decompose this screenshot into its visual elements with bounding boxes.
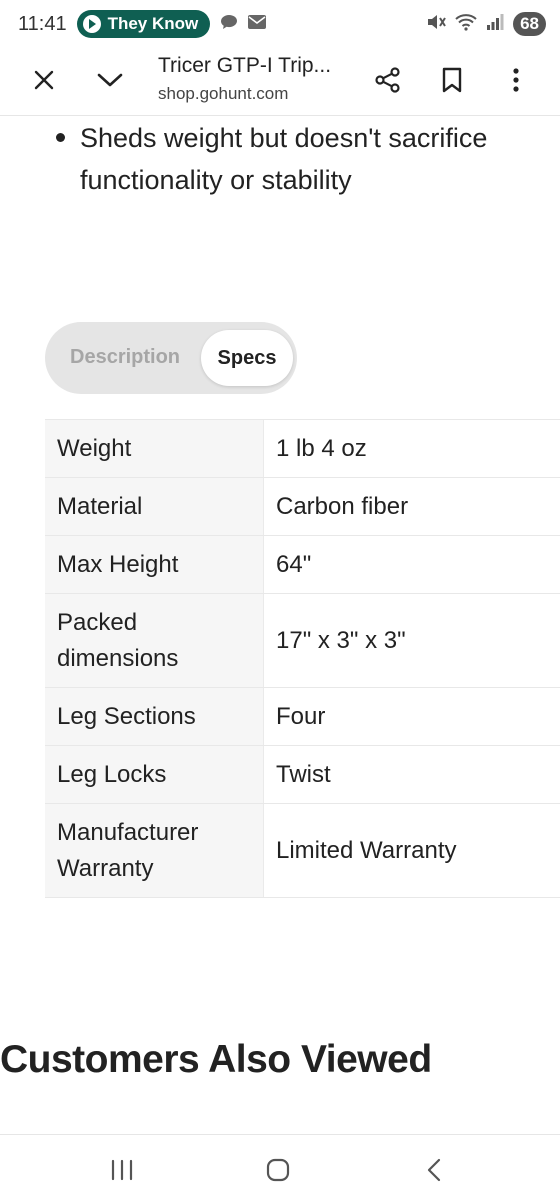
share-icon (374, 66, 402, 94)
more-vert-icon (512, 68, 520, 92)
table-row: Leg Locks Twist (45, 746, 560, 804)
bookmark-button[interactable] (430, 58, 474, 102)
section-title: Customers Also Viewed (0, 1038, 432, 1082)
spec-value: 17" x 3" x 3" (264, 594, 560, 688)
minimize-button[interactable] (88, 58, 132, 102)
product-tabs: Description Specs (45, 322, 297, 394)
more-options-button[interactable] (494, 58, 538, 102)
spec-label: Manufacturer Warranty (45, 804, 264, 898)
spec-label: Weight (45, 420, 264, 478)
spec-value: Twist (264, 746, 560, 804)
mute-icon (426, 13, 446, 35)
home-icon (266, 1158, 290, 1182)
spec-label: Material (45, 478, 264, 536)
bookmark-icon (441, 67, 463, 93)
spec-value: 1 lb 4 oz (264, 420, 560, 478)
spec-value: Carbon fiber (264, 478, 560, 536)
home-button[interactable] (258, 1150, 298, 1190)
recents-icon (110, 1159, 134, 1181)
close-icon (33, 69, 55, 91)
recents-button[interactable] (102, 1150, 142, 1190)
table-row: Packed dimensions 17" x 3" x 3" (45, 594, 560, 688)
spec-label: Packed dimensions (45, 594, 264, 688)
chat-icon (220, 14, 238, 35)
battery-indicator: 68 (513, 12, 546, 36)
play-icon (83, 15, 101, 33)
spec-label: Leg Locks (45, 746, 264, 804)
status-time: 11:41 (18, 13, 67, 36)
spec-value: 64" (264, 536, 560, 594)
media-notification-pill[interactable]: They Know (77, 10, 211, 38)
chevron-down-icon (97, 72, 123, 88)
table-row: Max Height 64" (45, 536, 560, 594)
notification-label: They Know (108, 14, 199, 34)
page-title[interactable]: Tricer GTP-I Trip... (158, 54, 331, 78)
signal-icon (486, 14, 504, 34)
share-button[interactable] (366, 58, 410, 102)
table-row: Weight 1 lb 4 oz (45, 420, 560, 478)
table-row: Material Carbon fiber (45, 478, 560, 536)
browser-toolbar: Tricer GTP-I Trip... shop.gohunt.com (0, 48, 560, 116)
system-nav-bar (0, 1134, 560, 1201)
feature-bullet: Sheds weight but doesn't sacrifice funct… (80, 117, 550, 201)
spec-label: Max Height (45, 536, 264, 594)
wifi-icon (455, 13, 477, 35)
back-icon (426, 1158, 442, 1182)
specs-table: Weight 1 lb 4 oz Material Carbon fiber M… (45, 419, 560, 898)
mail-icon (248, 14, 266, 34)
spec-value: Limited Warranty (264, 804, 560, 898)
spec-value: Four (264, 688, 560, 746)
tab-specs[interactable]: Specs (201, 330, 293, 386)
close-button[interactable] (22, 58, 66, 102)
spec-label: Leg Sections (45, 688, 264, 746)
page-url[interactable]: shop.gohunt.com (158, 84, 288, 104)
table-row: Leg Sections Four (45, 688, 560, 746)
back-button[interactable] (414, 1150, 454, 1190)
status-bar: 11:41 They Know 68 (0, 0, 560, 48)
tab-description[interactable]: Description (70, 346, 180, 369)
table-row: Manufacturer Warranty Limited Warranty (45, 804, 560, 898)
